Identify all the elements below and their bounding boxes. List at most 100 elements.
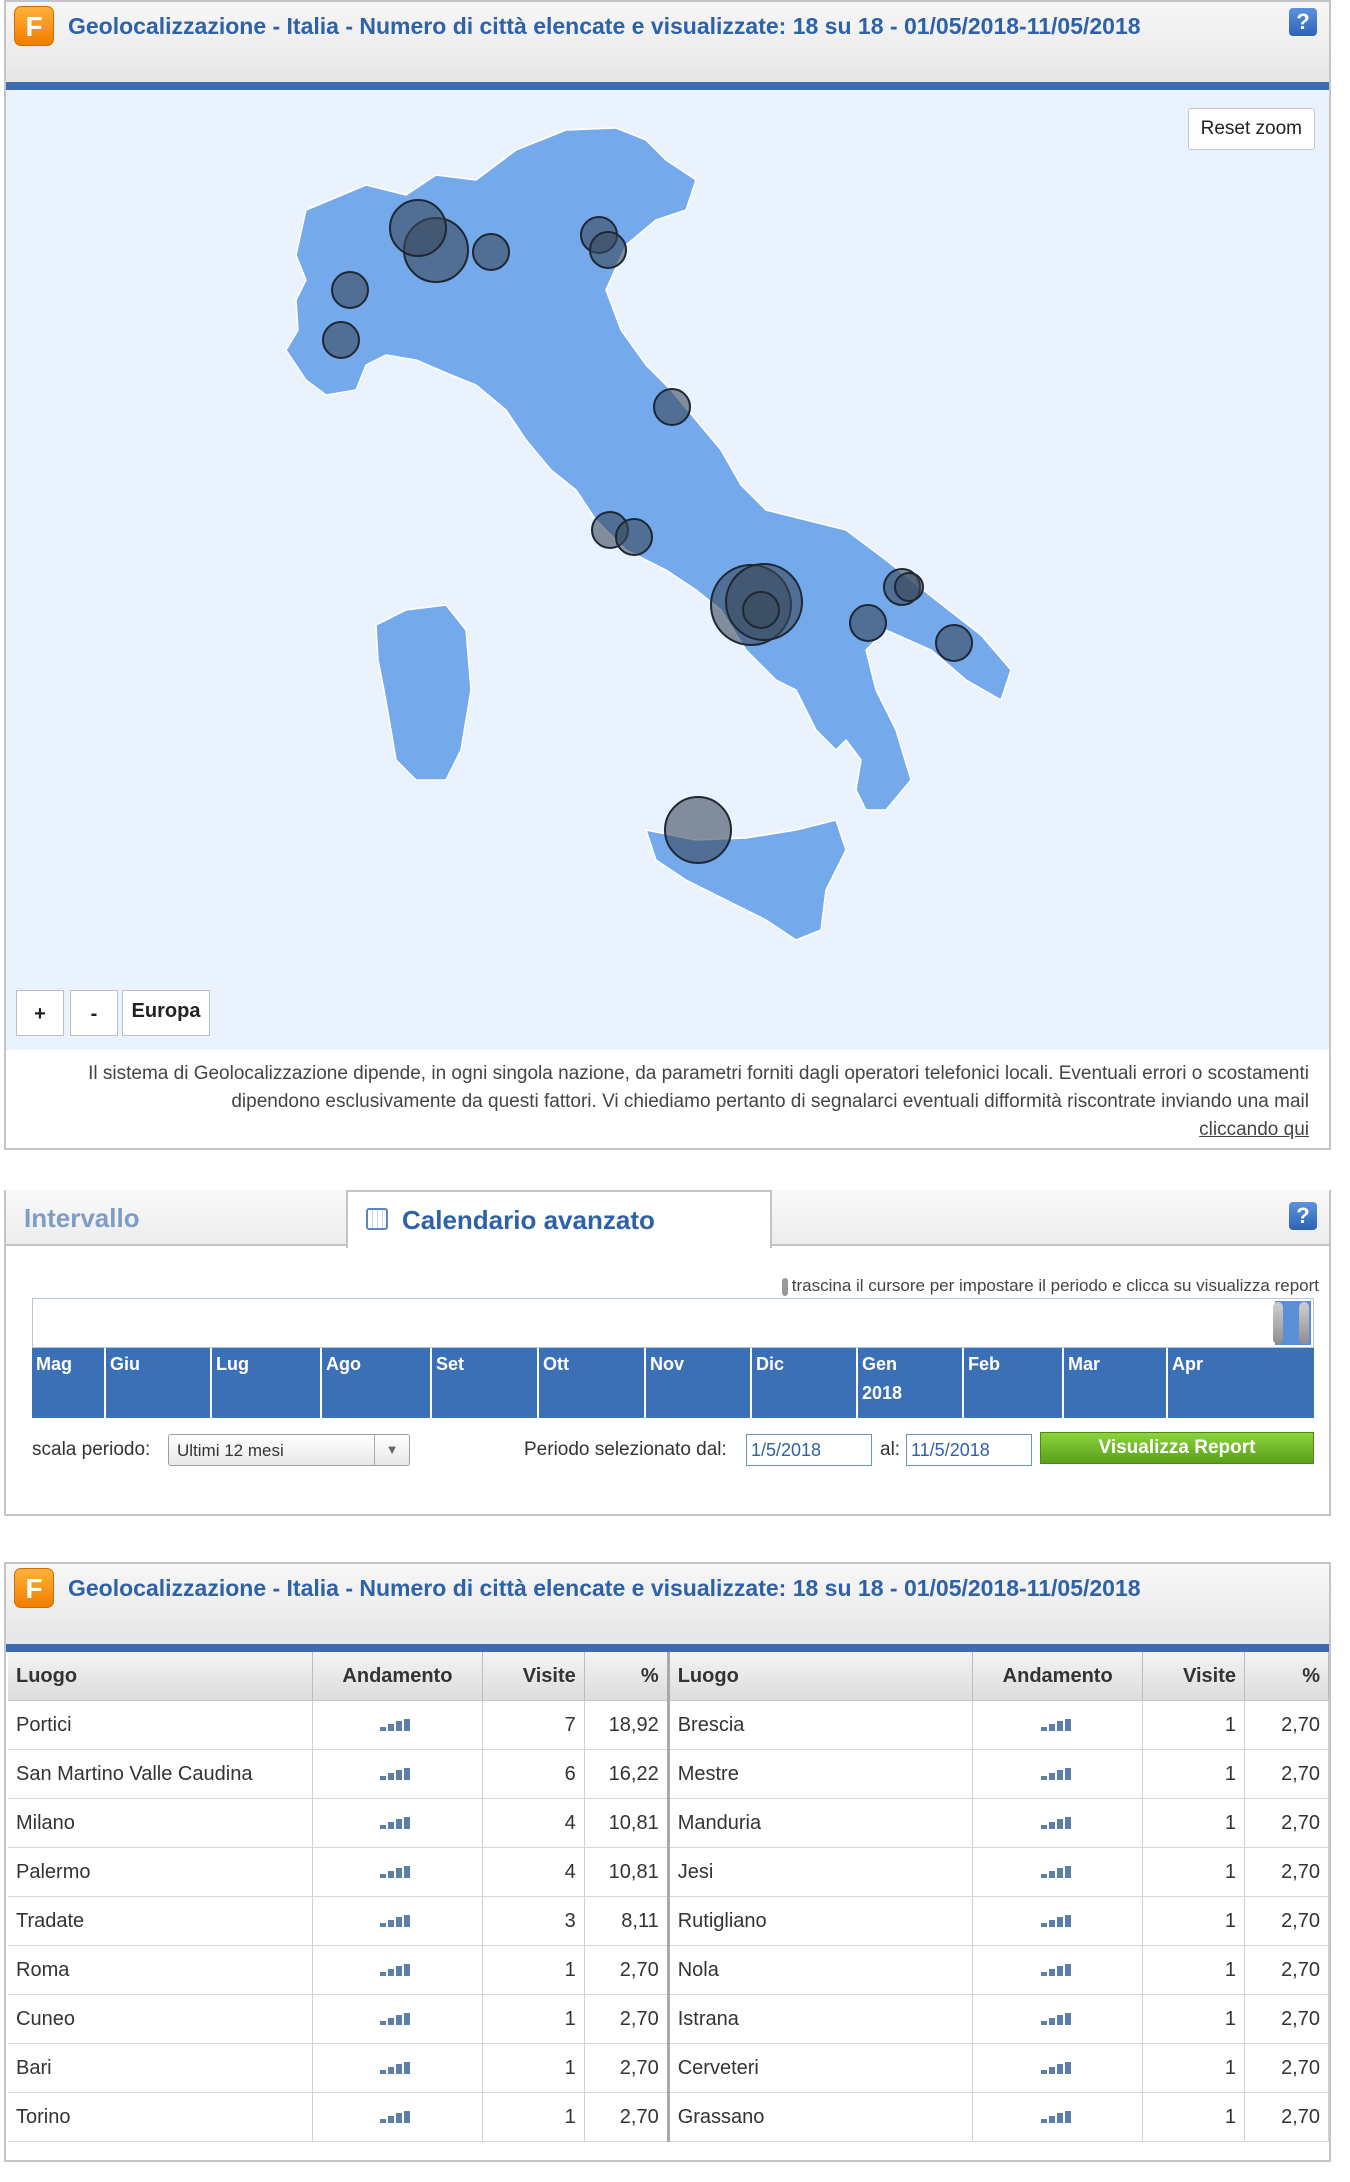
cell-luogo[interactable]: Nola xyxy=(668,1945,974,1995)
date-from-input[interactable]: 1/5/2018 xyxy=(746,1434,872,1466)
bubble-nola[interactable] xyxy=(742,591,780,629)
bar-trend-icon[interactable] xyxy=(1040,1767,1075,1780)
cell-luogo[interactable]: Mestre xyxy=(668,1749,974,1799)
bar-trend-icon[interactable] xyxy=(380,1767,414,1780)
bar-trend-icon[interactable] xyxy=(380,1865,414,1878)
cell-andamento[interactable] xyxy=(972,1847,1144,1897)
month-lug[interactable]: Lug xyxy=(210,1348,249,1418)
bubble-tradate[interactable] xyxy=(389,199,447,257)
cell-luogo[interactable]: Portici xyxy=(8,1700,313,1750)
europa-button[interactable]: Europa xyxy=(122,990,210,1036)
bar-trend-icon[interactable] xyxy=(1040,1865,1075,1878)
date-to-input[interactable]: 11/5/2018 xyxy=(906,1434,1032,1466)
report-mail-link[interactable]: cliccando qui xyxy=(1199,1119,1309,1140)
bar-trend-icon[interactable] xyxy=(380,1963,414,1976)
month-ott[interactable]: Ott xyxy=(537,1348,569,1418)
month-mag[interactable]: Mag xyxy=(32,1348,72,1418)
cell-luogo[interactable]: Tradate xyxy=(8,1896,313,1946)
cell-andamento[interactable] xyxy=(312,2043,483,2093)
cell-andamento[interactable] xyxy=(972,1700,1144,1750)
view-report-button[interactable]: Visualizza Report xyxy=(1040,1432,1314,1464)
cell-luogo[interactable]: Bari xyxy=(8,2043,313,2093)
cell-andamento[interactable] xyxy=(312,1994,483,2044)
cell-andamento[interactable] xyxy=(972,1945,1144,1995)
bar-trend-icon[interactable] xyxy=(1040,1963,1075,1976)
bar-trend-icon[interactable] xyxy=(1040,1718,1075,1731)
month-ago[interactable]: Ago xyxy=(320,1348,361,1418)
cell-andamento[interactable] xyxy=(312,1700,483,1750)
bar-trend-icon[interactable] xyxy=(1040,2061,1075,2074)
month-apr[interactable]: Apr xyxy=(1166,1348,1203,1418)
cell-andamento[interactable] xyxy=(972,1896,1144,1946)
slider-end-handle[interactable] xyxy=(1299,1302,1309,1344)
help-question-icon[interactable]: ? xyxy=(1289,1202,1317,1230)
cell-luogo[interactable]: Grassano xyxy=(668,2092,974,2142)
cell-luogo[interactable]: Manduria xyxy=(668,1798,974,1848)
timeline-slider[interactable] xyxy=(32,1298,1314,1348)
col-andamento[interactable]: Andamento xyxy=(972,1652,1144,1701)
cell-luogo[interactable]: Cuneo xyxy=(8,1994,313,2044)
bar-trend-icon[interactable] xyxy=(1040,1816,1075,1829)
month-giu[interactable]: Giu xyxy=(104,1348,140,1418)
bar-trend-icon[interactable] xyxy=(1040,2110,1075,2123)
zoom-in-button[interactable]: + xyxy=(16,990,64,1036)
tab-intervallo[interactable]: Intervallo xyxy=(24,1190,344,1246)
month-nov[interactable]: Nov xyxy=(644,1348,684,1418)
cell-andamento[interactable] xyxy=(972,2043,1144,2093)
bar-trend-icon[interactable] xyxy=(1040,1914,1075,1927)
bar-trend-icon[interactable] xyxy=(380,1718,414,1731)
col-visite[interactable]: Visite xyxy=(1142,1652,1246,1701)
cell-andamento[interactable] xyxy=(312,1896,483,1946)
col-pct[interactable]: % xyxy=(1244,1652,1329,1701)
reset-zoom-button[interactable]: Reset zoom xyxy=(1187,108,1315,150)
bar-trend-icon[interactable] xyxy=(380,2012,414,2025)
tab-calendario-avanzato[interactable]: Calendario avanzato xyxy=(346,1190,772,1248)
cell-luogo[interactable]: Rutigliano xyxy=(668,1896,974,1946)
month-mar[interactable]: Mar xyxy=(1062,1348,1100,1418)
italy-map[interactable]: Reset zoom + - Europa xyxy=(6,90,1329,1050)
bubble-palermo[interactable] xyxy=(664,796,732,864)
cell-andamento[interactable] xyxy=(972,2092,1144,2142)
cell-andamento[interactable] xyxy=(972,1994,1144,2044)
bar-trend-icon[interactable] xyxy=(380,1816,414,1829)
bubble-brescia[interactable] xyxy=(472,233,510,271)
bubble-jesi[interactable] xyxy=(653,388,691,426)
cell-luogo[interactable]: Roma xyxy=(8,1945,313,1995)
col-andamento[interactable]: Andamento xyxy=(312,1652,483,1701)
col-luogo[interactable]: Luogo xyxy=(8,1652,313,1701)
cell-luogo[interactable]: San Martino Valle Caudina xyxy=(8,1749,313,1799)
zoom-out-button[interactable]: - xyxy=(70,990,118,1036)
cell-andamento[interactable] xyxy=(972,1798,1144,1848)
help-question-icon[interactable]: ? xyxy=(1289,8,1317,36)
col-visite[interactable]: Visite xyxy=(482,1652,585,1701)
cell-andamento[interactable] xyxy=(312,1945,483,1995)
bubble-rutigliano[interactable] xyxy=(894,572,924,602)
cell-andamento[interactable] xyxy=(312,1798,483,1848)
month-feb[interactable]: Feb xyxy=(962,1348,1000,1418)
bar-trend-icon[interactable] xyxy=(380,1914,414,1927)
bubble-grassano[interactable] xyxy=(849,604,887,642)
slider-start-handle[interactable] xyxy=(1273,1302,1283,1344)
cell-luogo[interactable]: Istrana xyxy=(668,1994,974,2044)
col-luogo[interactable]: Luogo xyxy=(668,1652,974,1701)
bubble-torino[interactable] xyxy=(331,271,369,309)
bubble-istrana[interactable] xyxy=(589,231,627,269)
bar-trend-icon[interactable] xyxy=(380,2061,414,2074)
cell-andamento[interactable] xyxy=(312,1847,483,1897)
cell-luogo[interactable]: Brescia xyxy=(668,1700,974,1750)
cell-andamento[interactable] xyxy=(972,1749,1144,1799)
cell-luogo[interactable]: Palermo xyxy=(8,1847,313,1897)
bubble-roma[interactable] xyxy=(615,518,653,556)
cell-andamento[interactable] xyxy=(312,1749,483,1799)
months-bar[interactable]: Mag Giu Lug Ago Set Ott Nov Dic Gen 2018 … xyxy=(32,1348,1314,1418)
cell-luogo[interactable]: Cerveteri xyxy=(668,2043,974,2093)
bar-trend-icon[interactable] xyxy=(1040,2012,1075,2025)
scale-period-select[interactable]: Ultimi 12 mesi ▼ xyxy=(168,1434,410,1466)
month-set[interactable]: Set xyxy=(430,1348,464,1418)
italy-map-svg[interactable] xyxy=(6,90,1329,1050)
cell-luogo[interactable]: Jesi xyxy=(668,1847,974,1897)
bubble-manduria[interactable] xyxy=(935,624,973,662)
cell-andamento[interactable] xyxy=(312,2092,483,2142)
bar-trend-icon[interactable] xyxy=(380,2110,414,2123)
cell-luogo[interactable]: Milano xyxy=(8,1798,313,1848)
